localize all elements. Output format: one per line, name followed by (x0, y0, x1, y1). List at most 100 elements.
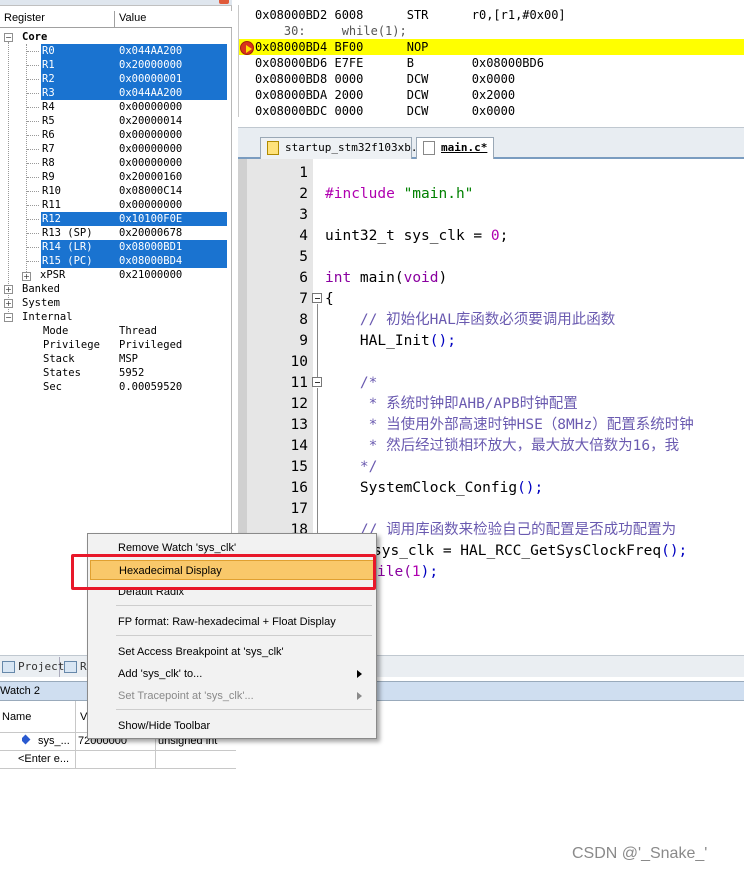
register-name[interactable]: R6 (42, 128, 55, 142)
line-number: 1 (299, 165, 308, 181)
register-name[interactable]: R15 (PC) (42, 254, 93, 268)
tree-line (27, 93, 39, 94)
register-name[interactable]: R2 (42, 72, 55, 86)
menu-item-fp-format[interactable]: FP format: Raw-hexadecimal + Float Displ… (118, 612, 368, 632)
disassembly-line[interactable]: 0x08000BDA 2000 DCW 0x2000 (239, 87, 744, 103)
group-internal[interactable]: Internal (22, 310, 73, 324)
expand-icon[interactable]: + (4, 299, 13, 308)
register-name[interactable]: R9 (42, 170, 55, 184)
close-icon[interactable] (219, 0, 229, 4)
line-number: 6 (299, 270, 308, 286)
register-value[interactable]: 0x00000000 (119, 156, 182, 170)
register-name[interactable]: R13 (SP) (42, 226, 93, 240)
fold-toggle-icon[interactable] (312, 377, 322, 387)
code-line-15: */ (325, 459, 378, 475)
register-name[interactable]: R4 (42, 100, 55, 114)
register-column-header[interactable]: Register (4, 12, 45, 24)
code-line-8: // 初始化HAL库函数必须要调用此函数 (325, 312, 616, 328)
register-value[interactable]: 0x20000678 (119, 226, 182, 240)
internal-value: MSP (119, 353, 138, 365)
register-value[interactable]: 0x20000000 (119, 58, 182, 72)
source-line[interactable]: 30: while(1); (239, 23, 744, 39)
name-column-header[interactable]: Name (2, 708, 31, 726)
menu-item-add-to[interactable]: Add 'sys_clk' to... (118, 664, 368, 684)
tree-line (27, 65, 39, 66)
register-name[interactable]: R11 (42, 198, 61, 212)
column-divider[interactable] (114, 11, 115, 28)
menu-item-set-access-breakpoint[interactable]: Set Access Breakpoint at 'sys_clk' (118, 642, 368, 662)
tree-line (27, 107, 39, 108)
code-line-16: SystemClock_Config(); (325, 480, 544, 496)
register-name[interactable]: R0 (42, 44, 55, 58)
register-name[interactable]: R12 (42, 212, 61, 226)
disassembly-line[interactable]: 0x08000BDC 0000 DCW 0x0000 (239, 103, 744, 117)
code-line-14: * 然后经过锁相环放大，最大放大倍数为16，我 (325, 438, 680, 454)
disassembly-line[interactable]: 0x08000BD8 0000 DCW 0x0000 (239, 71, 744, 87)
group-core[interactable]: Core (22, 30, 47, 44)
register-name[interactable]: xPSR (40, 268, 65, 282)
tab-project[interactable]: Project (0, 657, 64, 677)
code-line-9: HAL_Init(); (325, 333, 456, 349)
group-banked[interactable]: Banked (22, 282, 60, 296)
expand-icon[interactable]: + (4, 285, 13, 294)
tab-registers[interactable]: R (62, 657, 90, 677)
line-number: 17 (290, 501, 308, 517)
watch-title: Watch 2 (0, 685, 40, 697)
register-value[interactable]: 0x10100F0E (119, 212, 182, 226)
tree-line (27, 191, 39, 192)
code-line-18: // 调用库函数来检验自己的配置是否成功配置为 (325, 522, 677, 538)
group-system[interactable]: System (22, 296, 60, 310)
register-value[interactable]: 0x20000160 (119, 170, 182, 184)
disassembly-view[interactable]: 0x08000BD2 6008 STR r0,[r1,#0x00] 30: wh… (238, 5, 744, 117)
value-column-header[interactable]: Value (119, 12, 146, 24)
collapse-icon[interactable]: − (4, 33, 13, 42)
register-name[interactable]: R8 (42, 156, 55, 170)
register-value[interactable]: 0x08000C14 (119, 184, 182, 198)
tree-line (27, 247, 39, 248)
internal-name: States (43, 367, 81, 379)
disassembly-line[interactable]: 0x08000BD2 6008 STR r0,[r1,#0x00] (239, 7, 744, 23)
register-name[interactable]: R3 (42, 86, 55, 100)
line-number: 5 (299, 249, 308, 265)
code-line-19: sys_clk = HAL_RCC_GetSysClockFreq(); (373, 543, 688, 559)
tree-line (27, 79, 39, 80)
register-value[interactable]: 0x20000014 (119, 114, 182, 128)
tree-line (27, 149, 39, 150)
tree-line (27, 219, 39, 220)
tab-startup-file[interactable]: startup_stm32f103xb.s (260, 137, 424, 159)
register-value[interactable]: 0x00000000 (119, 198, 182, 212)
register-value[interactable]: 0x00000000 (119, 142, 182, 156)
submenu-arrow-icon (357, 692, 362, 700)
internal-value: Thread (119, 325, 157, 337)
register-value[interactable]: 0x08000BD4 (119, 254, 182, 268)
tree-line (27, 121, 39, 122)
fold-guide (317, 304, 318, 378)
code-line-11: /* (325, 375, 378, 391)
current-instruction-line[interactable]: 0x08000BD4 BF00 NOP (239, 39, 744, 55)
register-name[interactable]: R5 (42, 114, 55, 128)
register-name[interactable]: R10 (42, 184, 61, 198)
register-value[interactable]: 0x00000000 (119, 100, 182, 114)
line-number: 14 (290, 438, 308, 454)
code-line-4: uint32_t sys_clk = 0; (325, 228, 509, 244)
register-value[interactable]: 0x00000000 (119, 128, 182, 142)
tab-main-c[interactable]: main.c* (416, 137, 494, 159)
expand-icon[interactable]: + (22, 272, 31, 281)
register-name[interactable]: R7 (42, 142, 55, 156)
enter-expression-cell[interactable]: <Enter e... (18, 750, 74, 768)
line-number: 11 (290, 375, 308, 391)
register-value[interactable]: 0x08000BD1 (119, 240, 182, 254)
register-value[interactable]: 0x00000001 (119, 72, 182, 86)
register-name[interactable]: R1 (42, 58, 55, 72)
register-value[interactable]: 0x21000000 (119, 268, 182, 282)
register-value[interactable]: 0x044AA200 (119, 44, 182, 58)
fold-toggle-icon[interactable] (312, 293, 322, 303)
tree-line (27, 177, 39, 178)
watch-row-name[interactable]: sys_... (38, 732, 74, 750)
register-value[interactable]: 0x044AA200 (119, 86, 182, 100)
disassembly-line[interactable]: 0x08000BD6 E7FE B 0x08000BD6 (239, 55, 744, 71)
register-name[interactable]: R14 (LR) (42, 240, 93, 254)
collapse-icon[interactable]: − (4, 313, 13, 322)
menu-item-show-hide-toolbar[interactable]: Show/Hide Toolbar (118, 716, 368, 736)
registers-icon (64, 661, 77, 673)
